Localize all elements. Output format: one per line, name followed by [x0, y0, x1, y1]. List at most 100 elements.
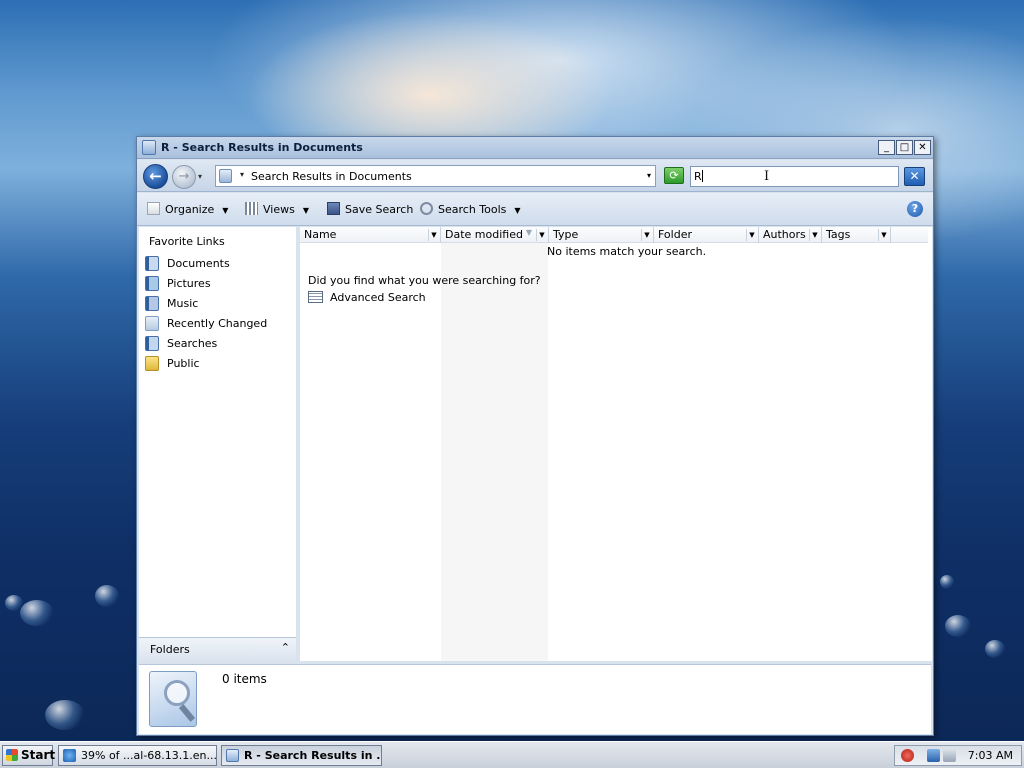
forward-button[interactable]: →: [172, 165, 196, 189]
favorite-label: Music: [167, 297, 199, 310]
saved-search-icon: [149, 671, 197, 727]
organize-button[interactable]: Organize ▼: [147, 202, 228, 216]
searches-icon: [145, 336, 159, 351]
clear-search-button[interactable]: ✕: [904, 167, 925, 186]
column-header-folder[interactable]: Folder ▼: [654, 227, 759, 243]
system-clock[interactable]: 7:03 AM: [968, 749, 1013, 762]
search-prompt: Did you find what you were searching for…: [308, 274, 541, 287]
address-dropdown-icon[interactable]: ▾: [647, 171, 651, 180]
column-header-date-modified[interactable]: Date modified ▼ ▼: [441, 227, 549, 243]
desktop-bubble: [95, 585, 119, 607]
search-query: R: [694, 170, 702, 183]
favorite-label: Public: [167, 357, 200, 370]
empty-results-message: No items match your search.: [547, 245, 707, 258]
mouse-cursor-ibeam-icon: I: [764, 169, 770, 184]
magnifier-handle: [178, 704, 196, 722]
desktop-bubble: [985, 640, 1005, 658]
windows-flag-icon: [6, 749, 18, 761]
column-label: Name: [304, 228, 337, 241]
favorite-documents[interactable]: Documents: [143, 255, 293, 273]
close-button[interactable]: ✕: [914, 140, 931, 155]
sorted-column-highlight: [441, 243, 548, 661]
network-icon[interactable]: [927, 749, 940, 762]
column-label: Tags: [826, 228, 851, 241]
maximize-button[interactable]: □: [896, 140, 913, 155]
views-label: Views: [263, 203, 295, 216]
favorite-label: Pictures: [167, 277, 211, 290]
save-search-button[interactable]: Save Search: [327, 202, 413, 216]
notification-area: 7:03 AM: [894, 745, 1022, 766]
search-tools-label: Search Tools: [438, 203, 507, 216]
folders-label: Folders: [150, 643, 190, 656]
column-filter-dropdown-icon[interactable]: ▼: [428, 229, 439, 241]
column-filter-dropdown-icon[interactable]: ▼: [536, 229, 547, 241]
recent-pages-dropdown[interactable]: ▾: [198, 172, 202, 181]
organize-icon: [147, 202, 160, 215]
chevron-down-icon: ▼: [222, 206, 229, 215]
breadcrumb-chevron-icon[interactable]: ▾: [240, 170, 244, 179]
item-count: 0 items: [222, 672, 267, 686]
favorite-label: Searches: [167, 337, 218, 350]
chevron-down-icon: ▼: [302, 206, 309, 215]
favorite-recently-changed[interactable]: Recently Changed: [143, 315, 293, 333]
column-header-tags[interactable]: Tags ▼: [822, 227, 891, 243]
start-button[interactable]: Start: [2, 745, 56, 766]
search-input[interactable]: R: [690, 166, 899, 187]
chevron-down-icon: ▼: [514, 206, 521, 215]
advanced-search-label: Advanced Search: [330, 291, 426, 304]
taskbar-item-search-results[interactable]: R - Search Results in ...: [221, 745, 382, 766]
column-filter-dropdown-icon[interactable]: ▼: [878, 229, 889, 241]
details-pane: 0 items: [139, 664, 931, 734]
views-button[interactable]: Views ▼: [245, 202, 309, 216]
favorite-searches[interactable]: Searches: [143, 335, 293, 353]
favorite-pictures[interactable]: Pictures: [143, 275, 293, 293]
column-filter-dropdown-icon[interactable]: ▼: [809, 229, 820, 241]
search-folder-icon: [226, 749, 239, 762]
favorite-links-heading: Favorite Links: [149, 235, 225, 248]
explorer-window: R - Search Results in Documents _ □ ✕ ← …: [136, 136, 934, 736]
search-folder-icon: [219, 169, 232, 183]
favorite-label: Documents: [167, 257, 230, 270]
column-header-type[interactable]: Type ▼: [549, 227, 654, 243]
taskbar-item-label: 39% of ...al-68.13.1.en...: [81, 749, 217, 762]
column-label: Type: [553, 228, 579, 241]
address-field[interactable]: ▾ Search Results in Documents ▾: [215, 165, 656, 187]
internet-explorer-icon: [63, 749, 76, 762]
refresh-button[interactable]: ⟳: [664, 167, 684, 184]
column-header-name[interactable]: Name ▼: [300, 227, 441, 243]
chevron-up-icon: ⌃: [280, 641, 290, 654]
search-tools-icon: [420, 202, 433, 215]
desktop-bubble: [940, 575, 954, 589]
navigation-pane: Favorite Links Documents Pictures Music …: [139, 227, 296, 661]
magnifier-lens: [164, 680, 190, 706]
favorite-public[interactable]: Public: [143, 355, 293, 373]
help-button[interactable]: ?: [907, 201, 923, 217]
column-label: Folder: [658, 228, 692, 241]
sort-arrow-icon: ▼: [525, 228, 532, 237]
favorite-label: Recently Changed: [167, 317, 268, 330]
save-search-label: Save Search: [345, 203, 414, 216]
security-alert-icon[interactable]: [901, 749, 914, 762]
desktop-bubble: [945, 615, 971, 637]
start-label: Start: [21, 748, 56, 762]
address-path[interactable]: Search Results in Documents: [251, 170, 412, 183]
column-filter-dropdown-icon[interactable]: ▼: [746, 229, 757, 241]
column-label: Date modified: [445, 228, 523, 241]
search-tools-button[interactable]: Search Tools ▼: [420, 202, 521, 216]
favorite-music[interactable]: Music: [143, 295, 293, 313]
taskbar-item-label: R - Search Results in ...: [244, 749, 382, 762]
folders-toggle[interactable]: Folders ⌃: [139, 637, 296, 661]
column-filter-dropdown-icon[interactable]: ▼: [641, 229, 652, 241]
public-folder-icon: [145, 356, 159, 371]
back-button[interactable]: ←: [143, 164, 168, 189]
organize-label: Organize: [165, 203, 215, 216]
window-title: R - Search Results in Documents: [161, 141, 363, 154]
title-bar[interactable]: R - Search Results in Documents _ □ ✕: [137, 137, 933, 159]
advanced-search-icon: [308, 291, 323, 303]
volume-icon[interactable]: [943, 749, 956, 762]
recently-changed-icon: [145, 316, 159, 331]
taskbar-item-download[interactable]: 39% of ...al-68.13.1.en...: [58, 745, 217, 766]
address-bar: ← → ▾ ▾ Search Results in Documents ▾ ⟳ …: [137, 160, 933, 192]
minimize-button[interactable]: _: [878, 140, 895, 155]
column-header-authors[interactable]: Authors ▼: [759, 227, 822, 243]
